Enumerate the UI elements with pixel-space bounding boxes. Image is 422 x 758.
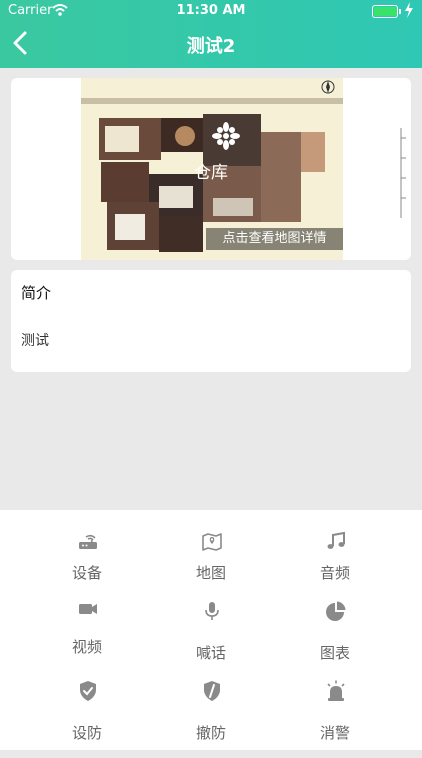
grid-item-map[interactable]: 地图 [141,520,281,600]
grid-item-audio[interactable]: 音频 [265,520,405,600]
grid-label-chart: 图表 [319,644,350,662]
intro-card: 简介 测试 [11,270,411,372]
grid-item-disarm[interactable]: 撤防 [141,678,281,758]
alarm-siren-icon [327,680,345,701]
page-title: 测试2 [186,36,236,57]
map-card[interactable]: 仓库 点击查看地图详情 [11,78,411,260]
map-location-label: 仓库 [194,163,228,183]
map-icon [202,533,222,551]
grid-label-map: 地图 [195,564,226,582]
pie-chart-icon [326,601,346,621]
grid-item-intercom[interactable]: 喊话 [141,598,281,678]
music-note-icon [327,531,345,549]
microphone-icon [205,602,219,620]
grid-item-video[interactable]: 视频 [17,598,157,678]
grid-item-silence-alarm[interactable]: 消警 [265,678,405,758]
shield-slash-icon [204,681,220,701]
grid-label-silence-alarm: 消警 [319,724,350,742]
grid-label-disarm: 撤防 [195,724,226,742]
grid-label-video: 视频 [71,638,102,656]
grid-item-device[interactable]: 设备 [17,520,157,600]
battery-icon [372,5,401,18]
status-time: 11:30 AM [176,3,246,18]
grid-item-arm[interactable]: 设防 [17,678,157,758]
grid-label-audio: 音频 [319,564,350,582]
status-bar: Carrier 11:30 AM [0,0,422,22]
battery-nub [399,9,401,14]
grid-label-intercom: 喊话 [195,644,226,662]
router-icon [79,534,97,549]
view-map-details-link[interactable]: 点击查看地图详情 [206,228,343,250]
grid-label-device: 设备 [71,564,102,582]
video-camera-icon [79,604,97,614]
intro-body: 测试 [21,333,49,349]
grid-label-arm: 设防 [71,724,102,742]
intro-title: 简介 [21,284,52,302]
function-grid: 设备 地图 音频 视频 喊话 图表 设防 撤防 消警 [0,510,422,750]
battery-fill [374,7,397,16]
shield-check-icon [80,681,96,701]
charging-icon [405,2,413,18]
app-header: Carrier 11:30 AM 测试2 [0,0,422,68]
grid-item-chart[interactable]: 图表 [265,598,405,678]
